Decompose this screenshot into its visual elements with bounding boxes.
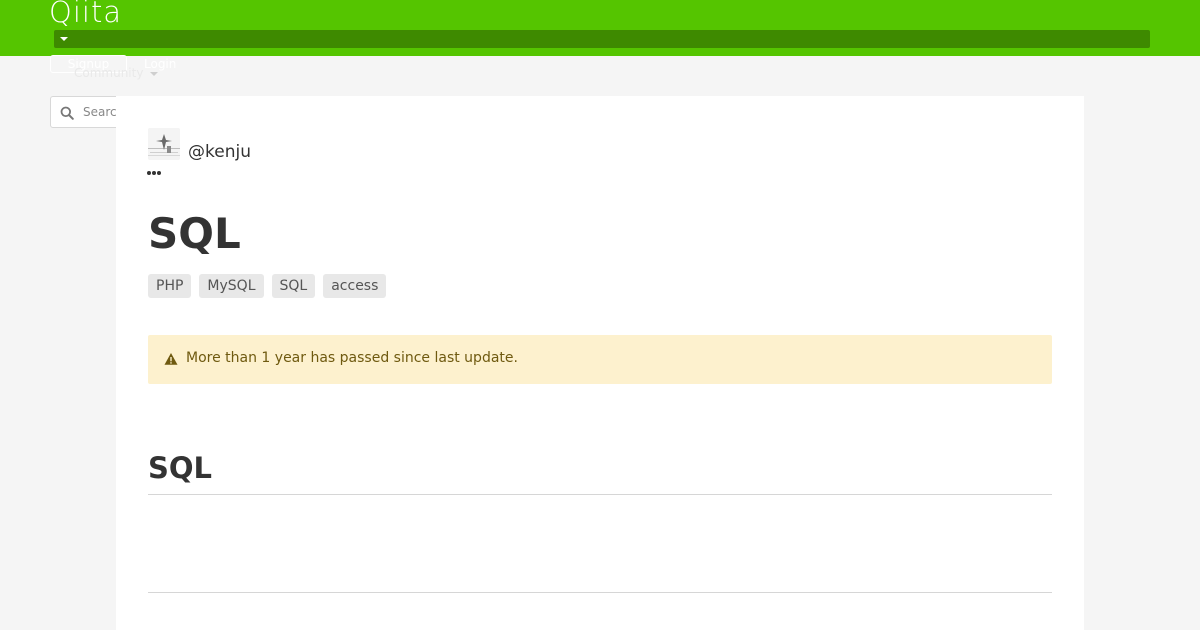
avatar[interactable] [148, 128, 180, 160]
search-icon [60, 106, 74, 120]
tag-list: PHP MySQL SQL access [148, 274, 387, 298]
section-heading: SQL [148, 450, 1052, 495]
tag-access[interactable]: access [323, 274, 387, 298]
tag-sql[interactable]: SQL [271, 274, 316, 298]
notice-text: More than 1 year has passed since last u… [186, 350, 518, 366]
avatar-image [148, 128, 180, 160]
login-link[interactable]: Login [144, 56, 176, 72]
article-title: SQL [148, 209, 241, 258]
more-dots-icon[interactable] [147, 168, 167, 178]
article-card: @kenju SQL PHP MySQL SQL access More tha… [116, 96, 1084, 630]
chevron-down-icon [150, 72, 158, 76]
author-link[interactable]: @kenju [188, 142, 251, 162]
qiita-logo[interactable]: Qiita [49, 0, 122, 30]
site-header: Qiita [0, 0, 1200, 56]
warning-icon [164, 353, 178, 365]
outdated-notice: More than 1 year has passed since last u… [148, 335, 1052, 384]
tag-mysql[interactable]: MySQL [199, 274, 264, 298]
caret-down-icon [60, 37, 68, 41]
community-menu[interactable]: Community [74, 65, 143, 81]
divider [148, 592, 1052, 593]
community-dropdown-bar[interactable] [54, 30, 1150, 48]
tag-php[interactable]: PHP [148, 274, 192, 298]
